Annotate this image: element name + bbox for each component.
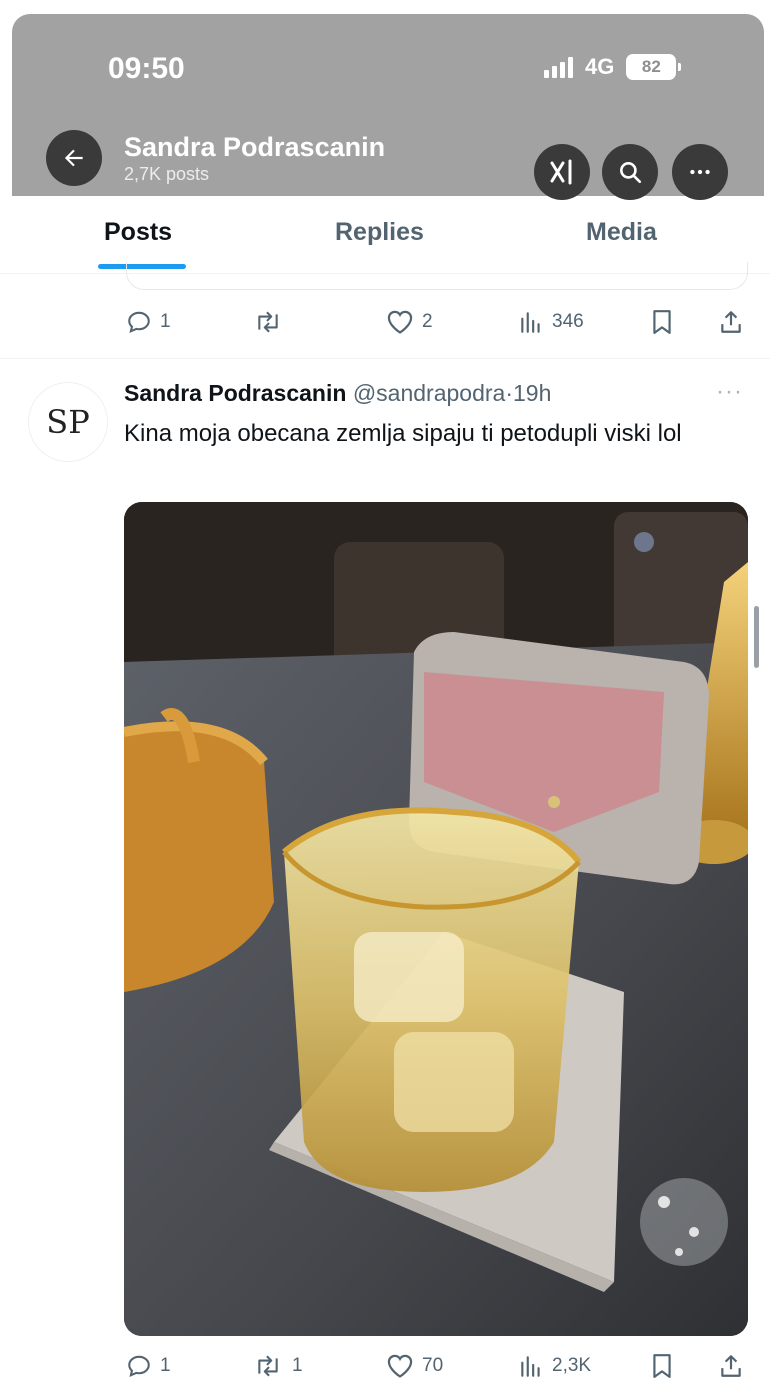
tab-replies[interactable]: Replies — [335, 218, 424, 247]
back-button[interactable] — [46, 130, 102, 186]
avatar[interactable]: SP — [28, 382, 108, 462]
author-handle[interactable]: @sandrapodra — [353, 380, 506, 406]
arrow-left-icon — [64, 149, 83, 167]
post-header: Sandra Podrascanin @sandrapodra·19h — [124, 380, 551, 407]
like-button[interactable]: 70 — [386, 1346, 443, 1386]
author-name[interactable]: Sandra Podrascanin — [124, 380, 346, 406]
reply-button[interactable]: 1 — [126, 302, 171, 342]
status-time: 09:50 — [108, 52, 185, 85]
grok-button[interactable] — [534, 144, 590, 200]
analytics-icon — [521, 312, 540, 333]
share-icon — [721, 311, 741, 333]
reply-button[interactable]: 1 — [126, 1346, 171, 1386]
post-time[interactable]: 19h — [513, 380, 551, 406]
profile-name: Sandra Podrascanin — [124, 132, 386, 162]
search-icon — [620, 162, 642, 184]
heart-icon — [387, 310, 413, 334]
more-icon — [690, 169, 710, 175]
heart-icon — [387, 1354, 413, 1378]
repost-button[interactable]: 1 — [252, 1346, 303, 1386]
view-count: 2,3K — [552, 1355, 592, 1376]
like-count: 2 — [422, 311, 433, 332]
post-text: Kina moja obecana zemlja sipaju ti petod… — [124, 420, 682, 447]
status-indicators: 4G 82 — [544, 54, 682, 80]
bookmark-button[interactable] — [650, 302, 674, 342]
meta-separator: · — [505, 380, 513, 406]
post-divider — [0, 358, 770, 359]
bookmark-icon — [653, 1354, 671, 1378]
reply-icon — [128, 311, 150, 333]
grok-icon — [550, 159, 572, 185]
quoted-post-edge — [126, 262, 748, 290]
bookmark-icon — [653, 310, 671, 334]
share-button[interactable] — [718, 1346, 744, 1386]
post-actions: 1 1 70 2,3K — [0, 1346, 770, 1386]
post-more-button[interactable]: ··· — [716, 378, 743, 406]
previous-post-actions: 1 2 346 — [0, 302, 770, 342]
tab-posts[interactable]: Posts — [104, 218, 172, 247]
more-options-button[interactable] — [672, 144, 728, 200]
search-button[interactable] — [602, 144, 658, 200]
bookmark-button[interactable] — [650, 1346, 674, 1386]
like-count: 70 — [422, 1355, 444, 1376]
battery-icon: 82 — [626, 54, 682, 80]
network-type: 4G — [585, 54, 615, 79]
post-photo[interactable] — [124, 502, 748, 1336]
views-button[interactable]: 346 — [518, 302, 584, 342]
photo-whisky-glass-icon — [124, 502, 748, 1336]
post-count: 2,7K posts — [124, 164, 210, 184]
view-count: 346 — [552, 311, 584, 332]
reply-count: 1 — [160, 1355, 171, 1376]
profile-header: 09:50 4G 82 Sandra Podrascanin 2,7K post… — [12, 14, 764, 200]
share-icon — [721, 1355, 741, 1377]
tab-media[interactable]: Media — [586, 218, 657, 247]
repost-count: 1 — [292, 1355, 303, 1376]
reply-count: 1 — [160, 311, 171, 332]
signal-icon — [544, 56, 573, 78]
repost-button[interactable] — [252, 302, 292, 342]
scrollbar[interactable] — [754, 606, 759, 668]
like-button[interactable]: 2 — [386, 302, 433, 342]
reply-icon — [128, 1355, 150, 1377]
views-button[interactable]: 2,3K — [518, 1346, 591, 1386]
repost-icon — [258, 311, 278, 333]
analytics-icon — [521, 1356, 540, 1377]
repost-icon — [258, 1355, 278, 1377]
share-button[interactable] — [718, 302, 744, 342]
